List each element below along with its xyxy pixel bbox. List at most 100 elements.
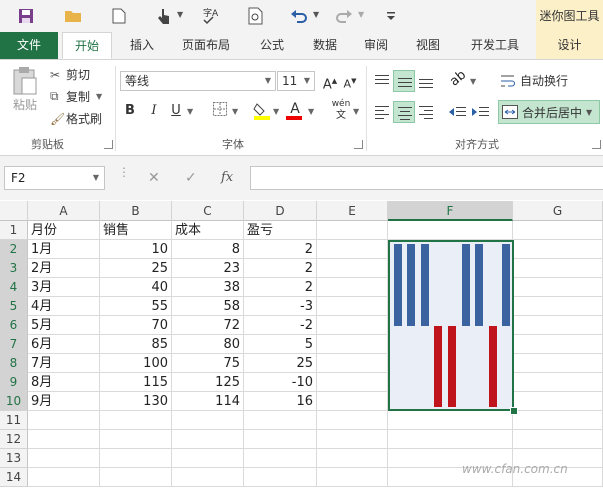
chevron-down-icon[interactable]: ▼ bbox=[586, 108, 592, 117]
row-header[interactable]: 10 bbox=[0, 392, 28, 411]
cell-a6[interactable]: 5月 bbox=[28, 316, 100, 335]
chevron-down-icon[interactable]: ▼ bbox=[177, 10, 183, 19]
chevron-down-icon[interactable]: ▼ bbox=[353, 107, 359, 116]
insert-function-button[interactable]: fx bbox=[221, 166, 233, 190]
cell-c4[interactable]: 38 bbox=[172, 278, 244, 297]
middle-align-button[interactable] bbox=[393, 70, 415, 92]
cell-e3[interactable] bbox=[317, 259, 388, 278]
cell-a2[interactable]: 1月 bbox=[28, 240, 100, 259]
column-header-g[interactable]: G bbox=[513, 201, 603, 221]
tab-file[interactable]: 文件 bbox=[0, 32, 58, 59]
cell-c9[interactable]: 125 bbox=[172, 373, 244, 392]
cell-a1[interactable]: 月份 bbox=[28, 221, 100, 240]
cell-a9[interactable]: 8月 bbox=[28, 373, 100, 392]
tab-page-layout[interactable]: 页面布局 bbox=[175, 32, 237, 59]
cell-b14[interactable] bbox=[100, 468, 172, 487]
cell-c13[interactable] bbox=[172, 449, 244, 468]
fill-color-button[interactable] bbox=[252, 100, 272, 120]
column-header-f[interactable]: F bbox=[388, 201, 513, 221]
cell-a11[interactable] bbox=[28, 411, 100, 430]
row-header[interactable]: 13 bbox=[0, 449, 28, 468]
cell-d1[interactable]: 盈亏 bbox=[244, 221, 317, 240]
row-header[interactable]: 11 bbox=[0, 411, 28, 430]
cell-e10[interactable] bbox=[317, 392, 388, 411]
cell-b7[interactable]: 85 bbox=[100, 335, 172, 354]
cell-g6[interactable] bbox=[513, 316, 603, 335]
cell-e9[interactable] bbox=[317, 373, 388, 392]
cell-e2[interactable] bbox=[317, 240, 388, 259]
cell-b9[interactable]: 115 bbox=[100, 373, 172, 392]
column-header-b[interactable]: B bbox=[100, 201, 172, 221]
cell-e14[interactable] bbox=[317, 468, 388, 487]
fill-handle[interactable] bbox=[510, 407, 518, 415]
cell-e13[interactable] bbox=[317, 449, 388, 468]
name-box[interactable]: F2 ▼ bbox=[4, 166, 105, 190]
open-folder-icon[interactable] bbox=[62, 5, 84, 27]
row-header[interactable]: 2 bbox=[0, 240, 28, 259]
cell-g10[interactable] bbox=[513, 392, 603, 411]
font-launcher-icon[interactable] bbox=[354, 140, 363, 149]
font-color-button[interactable]: A bbox=[285, 99, 305, 120]
tab-insert[interactable]: 插入 bbox=[122, 32, 162, 59]
row-header[interactable]: 1 bbox=[0, 221, 28, 240]
chevron-down-icon[interactable]: ▼ bbox=[304, 72, 310, 90]
column-header-d[interactable]: D bbox=[244, 201, 317, 221]
row-header[interactable]: 3 bbox=[0, 259, 28, 278]
formula-input[interactable] bbox=[250, 166, 603, 190]
select-all-corner[interactable] bbox=[0, 201, 28, 221]
customize-icon[interactable] bbox=[380, 5, 402, 27]
cell-a14[interactable] bbox=[28, 468, 100, 487]
row-header[interactable]: 9 bbox=[0, 373, 28, 392]
cell-a8[interactable]: 7月 bbox=[28, 354, 100, 373]
chevron-down-icon[interactable]: ▼ bbox=[96, 92, 102, 101]
cell-c7[interactable]: 80 bbox=[172, 335, 244, 354]
cell-b1[interactable]: 销售 bbox=[100, 221, 172, 240]
cell-g1[interactable] bbox=[513, 221, 603, 240]
cell-a13[interactable] bbox=[28, 449, 100, 468]
cell-g11[interactable] bbox=[513, 411, 603, 430]
shrink-font-button[interactable]: A▼ bbox=[340, 71, 360, 91]
chevron-down-icon[interactable]: ▼ bbox=[313, 10, 319, 19]
cell-d4[interactable]: 2 bbox=[244, 278, 317, 297]
tab-home[interactable]: 开始 bbox=[62, 32, 112, 59]
tab-data[interactable]: 数据 bbox=[305, 32, 345, 59]
cell-a3[interactable]: 2月 bbox=[28, 259, 100, 278]
cell-b10[interactable]: 130 bbox=[100, 392, 172, 411]
cell-c8[interactable]: 75 bbox=[172, 354, 244, 373]
italic-button[interactable]: I bbox=[144, 101, 164, 121]
cell-g9[interactable] bbox=[513, 373, 603, 392]
clipboard-launcher-icon[interactable] bbox=[104, 140, 113, 149]
merge-center-button[interactable]: 合并后居中 ▼ bbox=[498, 100, 600, 124]
cell-d2[interactable]: 2 bbox=[244, 240, 317, 259]
cell-a4[interactable]: 3月 bbox=[28, 278, 100, 297]
cell-g2[interactable] bbox=[513, 240, 603, 259]
cut-button[interactable]: ✂ 剪切 bbox=[50, 66, 90, 83]
cell-e7[interactable] bbox=[317, 335, 388, 354]
cell-d13[interactable] bbox=[244, 449, 317, 468]
cell-b6[interactable]: 70 bbox=[100, 316, 172, 335]
phonetic-guide-button[interactable]: wén 文 bbox=[329, 98, 353, 121]
cell-b2[interactable]: 10 bbox=[100, 240, 172, 259]
chevron-down-icon[interactable]: ▼ bbox=[358, 10, 364, 19]
row-header[interactable]: 4 bbox=[0, 278, 28, 297]
cell-d11[interactable] bbox=[244, 411, 317, 430]
align-right-button[interactable] bbox=[415, 101, 437, 123]
format-painter-button[interactable]: 🖌 格式刷 bbox=[50, 110, 102, 127]
cell-e6[interactable] bbox=[317, 316, 388, 335]
cell-d7[interactable]: 5 bbox=[244, 335, 317, 354]
cell-a7[interactable]: 6月 bbox=[28, 335, 100, 354]
cell-c14[interactable] bbox=[172, 468, 244, 487]
cell-g7[interactable] bbox=[513, 335, 603, 354]
cell-d10[interactable]: 16 bbox=[244, 392, 317, 411]
cell-f12[interactable] bbox=[388, 430, 513, 449]
cell-d3[interactable]: 2 bbox=[244, 259, 317, 278]
cell-a12[interactable] bbox=[28, 430, 100, 449]
row-header[interactable]: 14 bbox=[0, 468, 28, 487]
sparkline-chart[interactable] bbox=[388, 240, 514, 411]
cell-b12[interactable] bbox=[100, 430, 172, 449]
cell-c5[interactable]: 58 bbox=[172, 297, 244, 316]
cell-g5[interactable] bbox=[513, 297, 603, 316]
cell-b8[interactable]: 100 bbox=[100, 354, 172, 373]
decrease-indent-button[interactable] bbox=[447, 101, 469, 123]
wrap-text-button[interactable]: 自动换行 bbox=[500, 72, 568, 89]
